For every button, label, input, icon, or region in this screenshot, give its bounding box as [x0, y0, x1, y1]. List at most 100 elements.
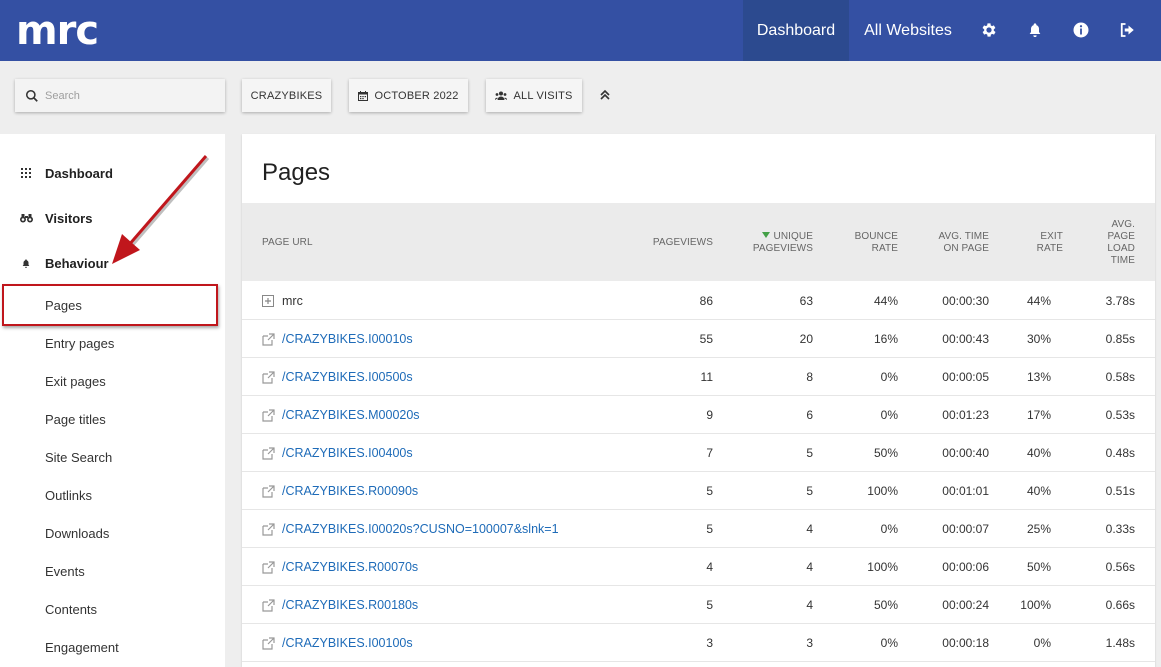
cell-exit-rate: 40% — [1026, 446, 1051, 460]
table-row[interactable]: /CRAZYBIKES.I00400s 7 5 50% 00:00:40 40% 0.48s — [242, 434, 1155, 472]
column-header-pageviews[interactable]: PAGEVIEWS — [653, 237, 713, 249]
cell-bounce-rate: 100% — [867, 484, 898, 498]
url-cell: mrc — [262, 282, 303, 320]
page-url-link[interactable]: /CRAZYBIKES.R00090s — [282, 484, 418, 498]
column-header-avg-time[interactable]: AVG. TIME ON PAGE — [938, 231, 989, 255]
table-row[interactable]: /CRAZYBIKES.M00020s 9 6 0% 00:01:23 17% 0.53s — [242, 396, 1155, 434]
page-url-link[interactable]: /CRAZYBIKES.I00400s — [282, 446, 413, 460]
external-link-icon[interactable] — [262, 598, 275, 612]
highlight-annotation — [2, 284, 218, 326]
cell-unique-pageviews: 4 — [806, 598, 813, 612]
table-row[interactable]: mrc 86 63 44% 00:00:30 44% 3.78s — [242, 282, 1155, 320]
segment-selector[interactable]: ALL VISITS — [486, 79, 582, 112]
external-link-icon[interactable] — [262, 522, 275, 536]
column-header-exit-rate[interactable]: EXIT RATE — [1037, 231, 1063, 255]
table-row[interactable]: /CRAZYBIKES.R00070s 4 4 100% 00:00:06 50% 0.56… — [242, 548, 1155, 586]
external-link-icon[interactable] — [262, 636, 275, 650]
cell-avg-time: 00:00:06 — [942, 560, 989, 574]
sidebar-subitem-contents[interactable]: Contents — [45, 602, 97, 617]
cell-avg-time: 00:00:18 — [942, 636, 989, 650]
cell-bounce-rate: 0% — [880, 522, 898, 536]
users-icon — [495, 91, 508, 100]
cell-pageviews: 4 — [706, 560, 713, 574]
gear-icon[interactable] — [978, 19, 1000, 41]
table-row[interactable]: /CRAZYBIKES.I00010s 55 20 16% 00:00:43 30% 0.8… — [242, 320, 1155, 358]
cell-exit-rate: 17% — [1026, 408, 1051, 422]
cell-pageviews: 7 — [706, 446, 713, 460]
page-url-link[interactable]: /CRAZYBIKES.M00020s — [282, 408, 420, 422]
external-link-icon[interactable] — [262, 332, 275, 346]
column-header-unique-pageviews[interactable]: UNIQUE PAGEVIEWS — [753, 231, 813, 255]
sidebar-subitem-exit-pages[interactable]: Exit pages — [45, 374, 106, 389]
period-selector-label: OCTOBER 2022 — [374, 89, 459, 102]
external-link-icon[interactable] — [262, 560, 275, 574]
external-link-icon[interactable] — [262, 446, 275, 460]
sidebar-subitem-engagement[interactable]: Engagement — [45, 640, 119, 655]
nav-all-websites[interactable]: All Websites — [850, 0, 966, 61]
cell-pageviews: 11 — [700, 370, 713, 384]
page-url-link[interactable]: /CRAZYBIKES.I00020s?CUSNO=100007&slnk=1 — [282, 522, 559, 536]
cell-avg-time: 00:00:40 — [942, 446, 989, 460]
column-header-load-time[interactable]: AVG. PAGE LOAD TIME — [1107, 219, 1135, 267]
page-group-label[interactable]: mrc — [282, 294, 303, 308]
cell-bounce-rate: 50% — [873, 598, 898, 612]
sidebar-subitem-entry-pages[interactable]: Entry pages — [45, 336, 114, 351]
cell-exit-rate: 50% — [1026, 560, 1051, 574]
nav-dashboard[interactable]: Dashboard — [743, 0, 849, 61]
annotation-arrow-icon — [112, 155, 210, 264]
url-cell: /CRAZYBIKES.I00400s — [262, 434, 413, 472]
cell-unique-pageviews: 6 — [806, 408, 813, 422]
bell-icon[interactable] — [1024, 19, 1046, 41]
sidebar-subitem-page-titles[interactable]: Page titles — [45, 412, 106, 427]
external-link-icon[interactable] — [262, 408, 275, 422]
cell-avg-time: 00:00:30 — [942, 294, 989, 308]
logo[interactable]: mrc — [16, 11, 99, 51]
table-row[interactable]: /CRAZYBIKES.I00100s 3 3 0% 00:00:18 0% 1.48s — [242, 624, 1155, 662]
cell-unique-pageviews: 3 — [806, 636, 813, 650]
url-cell: /CRAZYBIKES.R00090s — [262, 472, 418, 510]
page-url-link[interactable]: /CRAZYBIKES.R00180s — [282, 598, 418, 612]
cell-load-time: 0.53s — [1105, 408, 1135, 422]
page-url-link[interactable]: /CRAZYBIKES.I00500s — [282, 370, 413, 384]
cell-exit-rate: 0% — [1033, 636, 1051, 650]
sidebar-subitem-events[interactable]: Events — [45, 564, 85, 579]
cell-exit-rate: 30% — [1026, 332, 1051, 346]
cell-avg-time: 00:01:01 — [942, 484, 989, 498]
external-link-icon[interactable] — [262, 484, 275, 498]
sidebar-subitem-outlinks[interactable]: Outlinks — [45, 488, 92, 503]
site-selector[interactable]: CRAZYBIKES — [242, 79, 331, 112]
expand-icon[interactable] — [262, 294, 275, 308]
cell-unique-pageviews: 4 — [806, 560, 813, 574]
info-icon[interactable] — [1070, 19, 1092, 41]
cell-avg-time: 00:00:07 — [942, 522, 989, 536]
table-row[interactable]: /CRAZYBIKES.R00090s 5 5 100% 00:01:01 40% 0.51… — [242, 472, 1155, 510]
cell-pageviews: 55 — [699, 332, 713, 346]
collapse-chevron-icon[interactable] — [597, 86, 613, 104]
search-input[interactable] — [45, 89, 215, 102]
page-url-link[interactable]: /CRAZYBIKES.R00070s — [282, 560, 418, 574]
cell-unique-pageviews: 20 — [799, 332, 813, 346]
search-box[interactable] — [15, 79, 225, 112]
cell-bounce-rate: 50% — [873, 446, 898, 460]
sidebar-subitem-downloads[interactable]: Downloads — [45, 526, 109, 541]
cell-exit-rate: 44% — [1026, 294, 1051, 308]
cell-exit-rate: 40% — [1026, 484, 1051, 498]
period-selector[interactable]: OCTOBER 2022 — [349, 79, 468, 112]
logout-icon[interactable] — [1116, 19, 1138, 41]
external-link-icon[interactable] — [262, 370, 275, 384]
cell-pageviews: 5 — [706, 484, 713, 498]
table-row[interactable]: /CRAZYBIKES.I00500s 11 8 0% 00:00:05 13% 0.58s — [242, 358, 1155, 396]
column-header-bounce-rate[interactable]: BOUNCE RATE — [855, 231, 898, 255]
binoculars-icon — [19, 211, 33, 225]
page-url-link[interactable]: /CRAZYBIKES.I00100s — [282, 636, 413, 650]
column-header-page-url[interactable]: PAGE URL — [262, 237, 313, 249]
table-row[interactable]: /CRAZYBIKES.I00020s?CUSNO=100007&slnk=1 5… — [242, 510, 1155, 548]
cell-unique-pageviews: 5 — [806, 484, 813, 498]
table-row[interactable]: /CRAZYBIKES.R00180s 5 4 50% 00:00:24 100% 0.66… — [242, 586, 1155, 624]
cell-load-time: 0.51s — [1105, 484, 1135, 498]
sidebar-subitem-site-search[interactable]: Site Search — [45, 450, 112, 465]
page-url-link[interactable]: /CRAZYBIKES.I00010s — [282, 332, 413, 346]
url-cell: /CRAZYBIKES.I00010s — [262, 320, 413, 358]
top-bar: mrc Dashboard All Websites — [0, 0, 1161, 61]
report-card: Pages PAGE URL PAGEVIEWS UNIQUE PAGEVIEW… — [242, 134, 1155, 667]
